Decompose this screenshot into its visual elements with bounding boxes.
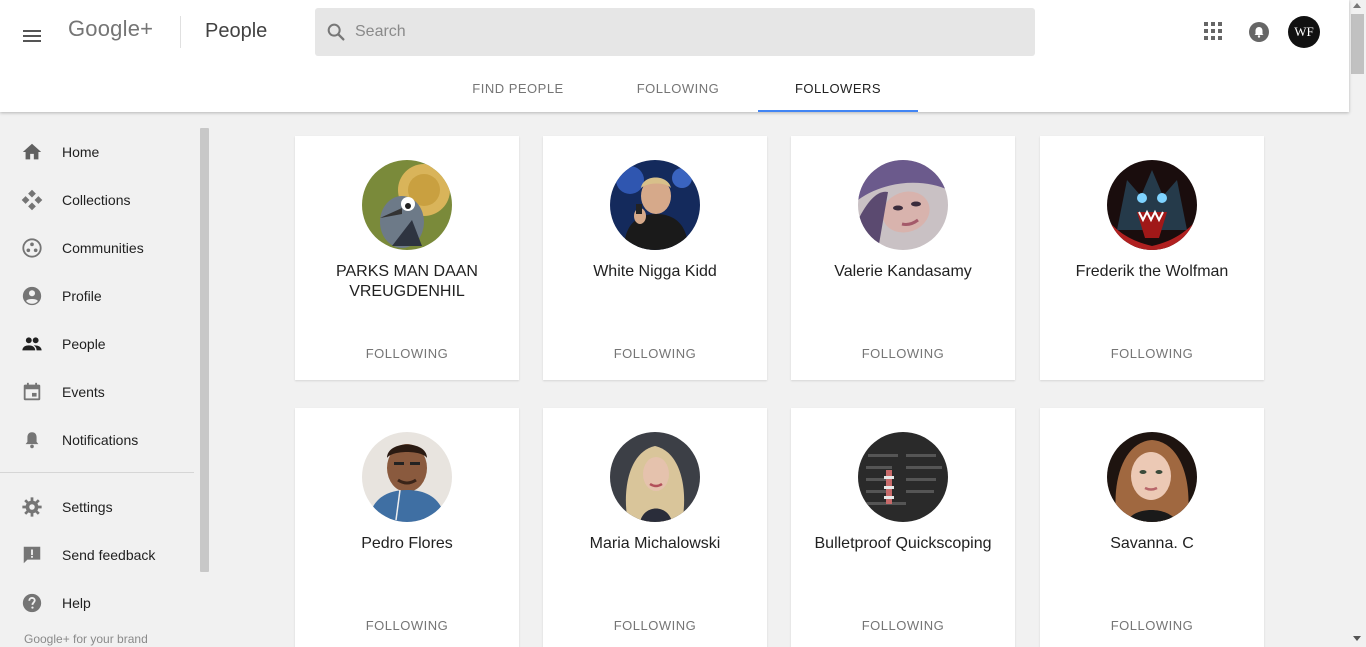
following-button[interactable]: FOLLOWING — [543, 618, 767, 633]
person-name[interactable]: Bulletproof Quickscoping — [801, 534, 1005, 554]
scrollbar-thumb[interactable] — [1351, 14, 1364, 74]
profile-icon — [21, 285, 43, 307]
sidebar-item-send-feedback[interactable]: Send feedback — [0, 531, 194, 579]
following-button[interactable]: FOLLOWING — [295, 618, 519, 633]
tab-following[interactable]: FOLLOWING — [598, 64, 758, 112]
person-card: Valerie Kandasamy FOLLOWING — [791, 136, 1015, 380]
bell-icon — [21, 429, 43, 451]
person-avatar[interactable] — [858, 432, 948, 522]
sidebar-item-label: People — [62, 336, 106, 352]
sidebar-item-help[interactable]: Help — [0, 579, 194, 627]
sidebar-divider — [0, 472, 194, 473]
sidebar-item-label: Send feedback — [62, 547, 156, 563]
person-avatar[interactable] — [362, 432, 452, 522]
following-button[interactable]: FOLLOWING — [543, 346, 767, 361]
person-card: Savanna. C FOLLOWING — [1040, 408, 1264, 647]
scroll-up-arrow-icon[interactable] — [1353, 3, 1361, 8]
person-name[interactable]: Valerie Kandasamy — [801, 262, 1005, 282]
person-card: Frederik the Wolfman FOLLOWING — [1040, 136, 1264, 380]
following-button[interactable]: FOLLOWING — [791, 618, 1015, 633]
sidebar-scrollbar[interactable] — [200, 128, 209, 572]
person-avatar[interactable] — [362, 160, 452, 250]
google-plus-logo[interactable]: Google+ — [68, 16, 153, 42]
person-card: White Nigga Kidd FOLLOWING — [543, 136, 767, 380]
tab-find-people[interactable]: FIND PEOPLE — [438, 64, 598, 112]
feedback-icon — [21, 544, 43, 566]
following-button[interactable]: FOLLOWING — [1040, 346, 1264, 361]
person-avatar[interactable] — [1107, 432, 1197, 522]
sidebar-item-label: Collections — [62, 192, 131, 208]
person-card: Bulletproof Quickscoping FOLLOWING — [791, 408, 1015, 647]
sidebar-item-label: Home — [62, 144, 100, 160]
top-app-bar: Google+ People WF FIND PEOPLE FOLLOWING … — [0, 0, 1349, 112]
tab-followers[interactable]: FOLLOWERS — [758, 64, 918, 112]
notifications-bell-icon[interactable] — [1249, 22, 1269, 42]
sidebar-item-communities[interactable]: Communities — [0, 224, 194, 272]
person-name[interactable]: White Nigga Kidd — [553, 262, 757, 282]
account-avatar[interactable]: WF — [1288, 16, 1320, 48]
search-bar[interactable] — [315, 8, 1035, 56]
collections-icon — [21, 189, 43, 211]
menu-icon[interactable] — [20, 24, 44, 48]
person-name[interactable]: Frederik the Wolfman — [1050, 262, 1254, 282]
home-icon — [21, 141, 43, 163]
person-name[interactable]: Pedro Flores — [305, 534, 509, 554]
events-icon — [21, 381, 43, 403]
sidebar-item-label: Help — [62, 595, 91, 611]
search-icon[interactable] — [325, 21, 347, 43]
sidebar-item-notifications[interactable]: Notifications — [0, 416, 194, 464]
apps-grid-icon[interactable] — [1204, 22, 1224, 42]
person-avatar[interactable] — [858, 160, 948, 250]
sidebar-item-label: Settings — [62, 499, 113, 515]
sidebar-item-people[interactable]: People — [0, 320, 194, 368]
people-tabs: FIND PEOPLE FOLLOWING FOLLOWERS — [438, 64, 918, 112]
person-card: PARKS MAN DAAN VREUGDENHIL FOLLOWING — [295, 136, 519, 380]
sidebar-item-label: Communities — [62, 240, 144, 256]
page-title: People — [205, 20, 268, 42]
sidebar-nav: Home Collections Communities Profile Peo… — [0, 112, 210, 647]
sidebar-item-home[interactable]: Home — [0, 128, 194, 176]
sidebar-item-events[interactable]: Events — [0, 368, 194, 416]
sidebar-item-settings[interactable]: Settings — [0, 483, 194, 531]
person-avatar[interactable] — [1107, 160, 1197, 250]
person-card: Maria Michalowski FOLLOWING — [543, 408, 767, 647]
sidebar-item-label: Notifications — [62, 432, 139, 448]
person-avatar[interactable] — [610, 432, 700, 522]
communities-icon — [21, 237, 43, 259]
sidebar-item-profile[interactable]: Profile — [0, 272, 194, 320]
header-divider — [180, 16, 181, 48]
brand-page-link[interactable]: Google+ for your brand — [24, 632, 148, 646]
page-scrollbar[interactable] — [1349, 0, 1366, 647]
sidebar-item-label: Profile — [62, 288, 102, 304]
person-name[interactable]: Maria Michalowski — [553, 534, 757, 554]
sidebar-item-collections[interactable]: Collections — [0, 176, 194, 224]
following-button[interactable]: FOLLOWING — [791, 346, 1015, 361]
following-button[interactable]: FOLLOWING — [1040, 618, 1264, 633]
person-avatar[interactable] — [610, 160, 700, 250]
help-icon — [21, 592, 43, 614]
person-name[interactable]: PARKS MAN DAAN VREUGDENHIL — [305, 262, 509, 302]
scroll-down-arrow-icon[interactable] — [1353, 636, 1361, 641]
following-button[interactable]: FOLLOWING — [295, 346, 519, 361]
person-name[interactable]: Savanna. C — [1050, 534, 1254, 554]
people-icon — [21, 333, 43, 355]
person-card: Pedro Flores FOLLOWING — [295, 408, 519, 647]
search-input[interactable] — [355, 8, 1015, 56]
gear-icon — [21, 496, 43, 518]
sidebar-item-label: Events — [62, 384, 105, 400]
